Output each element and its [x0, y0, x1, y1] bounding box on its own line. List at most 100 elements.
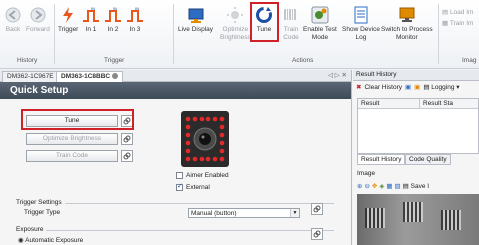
tab-code-quality[interactable]: Code Quality [405, 154, 451, 165]
forward-button[interactable]: Forward [26, 6, 50, 34]
tab-device-2[interactable]: DM363-1C8BBC [56, 71, 124, 82]
result-history-toolbar: ✖ Clear History ▣ ▣ ▤ Logging ▾ [353, 81, 479, 93]
external-label: External [186, 184, 210, 191]
clear-x-icon[interactable]: ✖ [356, 83, 361, 91]
export-icon[interactable]: ▣ [405, 83, 411, 91]
trigger-settings-group: Trigger Settings Trigger Type Manual (bu… [16, 199, 334, 228]
logging-label: Logging [431, 84, 455, 91]
input-pulse-icon: IN [82, 6, 100, 24]
svg-text:IN: IN [113, 6, 117, 11]
trigger-bolt-icon [59, 6, 77, 24]
clear-history-button[interactable]: Clear History [364, 84, 402, 91]
group-separator [438, 4, 439, 64]
reader-led-image [180, 110, 230, 168]
table-header-row: Result Result Sta [358, 99, 478, 109]
save-image-button[interactable]: ▤ Save I [403, 182, 429, 190]
zoom-in-icon[interactable]: ⊕ [357, 182, 362, 190]
trigger-type-select[interactable]: Manual (button) ▼ [188, 208, 300, 218]
test-gear-icon [311, 6, 329, 24]
load-image-button[interactable]: ▤ Load Im [442, 8, 473, 16]
fit-icon[interactable]: ◈ [379, 182, 384, 190]
link-icon[interactable] [311, 203, 323, 215]
tune-highlight-box [250, 2, 279, 42]
logging-icon: ▤ [423, 84, 430, 91]
tab-result-history[interactable]: Result History [357, 154, 406, 165]
overlay-icon[interactable]: ▧ [395, 182, 401, 190]
tab-device-1-label: DM362-1C967E [7, 73, 54, 80]
datamatrix-code [403, 202, 423, 222]
zoom-out-icon[interactable]: ⊖ [364, 182, 369, 190]
column-header-result[interactable]: Result [358, 99, 420, 108]
column-header-result-status[interactable]: Result Sta [420, 99, 453, 108]
load-image-icon: ▤ [442, 9, 450, 16]
live-display-button[interactable]: Live Display [178, 6, 213, 34]
switch-process-monitor-label: Switch to Process Monitor [381, 26, 433, 41]
input-pulse-icon: IN [104, 6, 122, 24]
image-toolbar: ⊕ ⊖ ✥ ◈ ▦ ▧ ▤ Save I [357, 180, 479, 192]
group-label-history: History [17, 57, 38, 64]
show-device-log-button[interactable]: Show Device Log [342, 6, 380, 41]
link-icon[interactable] [121, 133, 133, 145]
logging-dropdown[interactable]: ▤ Logging ▾ [423, 83, 459, 91]
device-panel: DM362-1C967E DM363-1C8BBC ◁ ▷ ✕ Quick Se… [0, 70, 352, 245]
sun-icon [226, 6, 244, 24]
train-code-button[interactable]: Train Code [282, 6, 300, 41]
settings-icon[interactable]: ▣ [414, 83, 420, 91]
trigger-type-value: Manual (button) [191, 210, 237, 217]
ribbon-toolbar: Back Forward Trigger IN In 1 IN In 2 IN … [0, 0, 479, 69]
camera-image-view[interactable] [357, 194, 479, 245]
load-image-label: Load Im [449, 9, 474, 16]
back-button[interactable]: Back [4, 6, 22, 34]
barcode-icon [282, 6, 300, 24]
show-device-log-label: Show Device Log [342, 26, 380, 41]
in2-label: In 2 [107, 26, 119, 33]
grid-icon[interactable]: ▦ [386, 182, 392, 190]
group-label-trigger: Trigger [104, 57, 125, 64]
exposure-group: Exposure ◉ Automatic Exposure [16, 226, 334, 245]
pan-icon[interactable]: ✥ [372, 182, 377, 190]
trigger-label: Trigger [58, 26, 79, 33]
trigger-button[interactable]: Trigger [58, 6, 78, 34]
external-checkbox[interactable]: External [176, 182, 210, 191]
save-image-label: Save I [410, 183, 430, 190]
svg-text:IN: IN [135, 6, 139, 11]
aimer-enabled-checkbox[interactable]: Aimer Enabled [176, 172, 229, 179]
optimize-brightness-button-panel[interactable]: Optimize Brightness [26, 133, 118, 145]
trigger-settings-legend: Trigger Settings [16, 199, 65, 206]
link-icon[interactable] [121, 150, 133, 162]
automatic-exposure-radio[interactable]: ◉ Automatic Exposure [18, 236, 83, 244]
datamatrix-code [441, 210, 461, 230]
in3-button[interactable]: IN In 3 [126, 6, 144, 34]
train-code-button-panel[interactable]: Train Code [26, 150, 118, 162]
back-label: Back [5, 26, 21, 33]
link-icon[interactable] [311, 228, 323, 240]
forward-arrow-icon [29, 6, 47, 24]
in2-button[interactable]: IN In 2 [104, 6, 122, 34]
checkbox-box[interactable] [176, 182, 183, 191]
tune-panel-highlight-box [21, 109, 134, 130]
tab-nav-controls[interactable]: ◁ ▷ ✕ [328, 71, 347, 79]
in3-label: In 3 [129, 26, 141, 33]
in1-button[interactable]: IN In 1 [82, 6, 100, 34]
result-history-table: Result Result Sta [357, 98, 479, 154]
train-image-button[interactable]: ▦ Train Im [442, 19, 473, 27]
enable-test-mode-button[interactable]: Enable Test Mode [303, 6, 337, 41]
trigger-type-label: Trigger Type [24, 209, 61, 216]
quick-setup-title: Quick Setup [0, 82, 351, 99]
datamatrix-code [365, 208, 385, 228]
result-history-title: Result History [353, 70, 479, 81]
back-arrow-icon [4, 6, 22, 24]
live-display-label: Live Display [178, 26, 214, 33]
checkbox-box[interactable] [176, 172, 183, 179]
close-icon[interactable] [112, 73, 119, 80]
tab-device-2-label: DM363-1C8BBC [61, 73, 111, 80]
image-panel-title: Image [357, 170, 376, 177]
train-image-label: Train Im [449, 20, 474, 27]
automatic-exposure-label: Automatic Exposure [25, 237, 84, 244]
switch-process-monitor-button[interactable]: Switch to Process Monitor [381, 6, 433, 41]
exposure-legend: Exposure [16, 226, 47, 233]
optimize-brightness-button[interactable]: Optimize Brightness [220, 6, 251, 41]
log-document-icon [352, 6, 370, 24]
process-monitor-icon [398, 6, 416, 24]
chevron-down-icon[interactable]: ▼ [290, 209, 299, 217]
